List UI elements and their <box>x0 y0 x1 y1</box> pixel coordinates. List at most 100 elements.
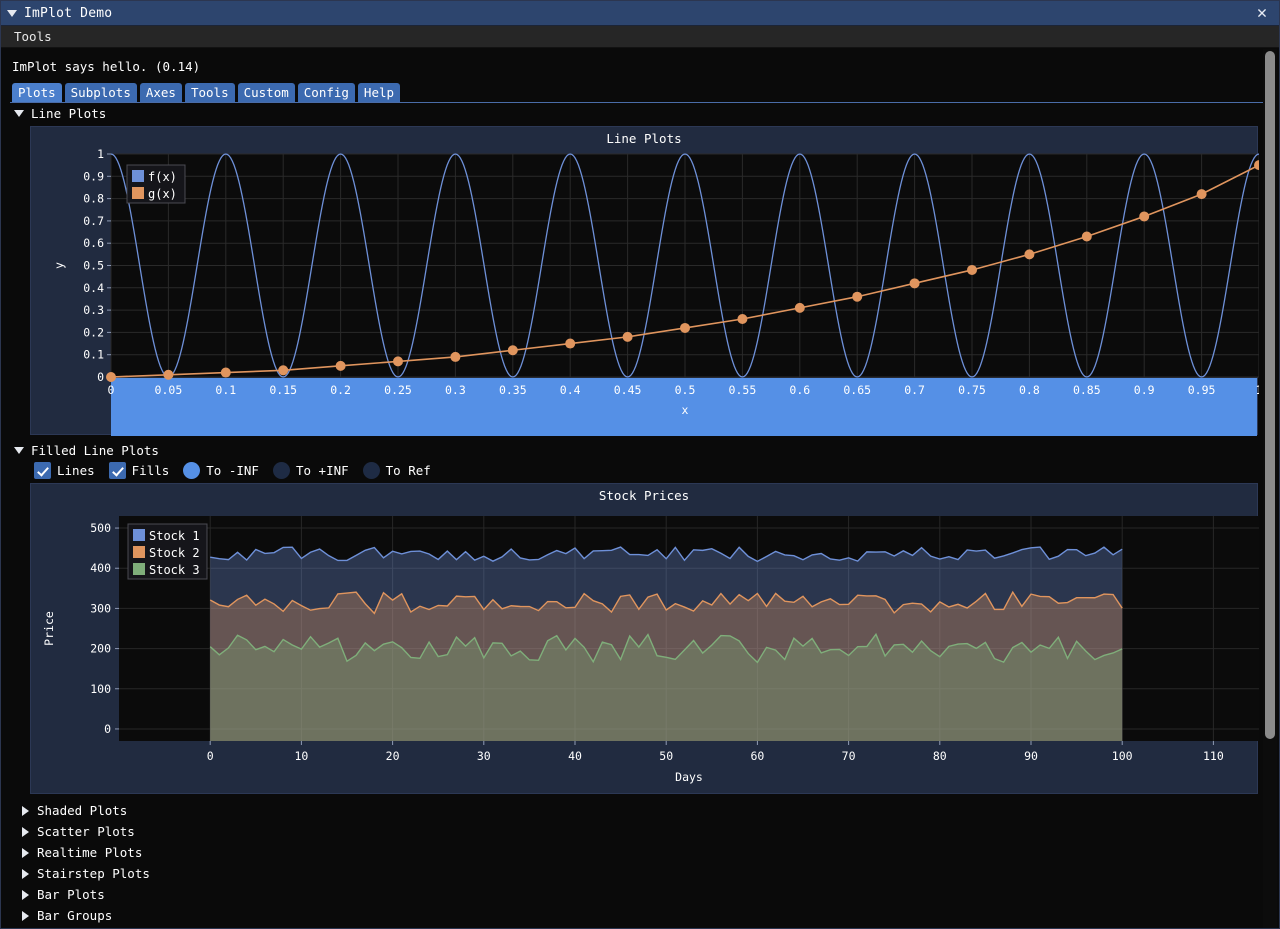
plot-title-stock-prices: Stock Prices <box>598 488 690 503</box>
radio-to-pos-inf-label: To +INF <box>295 463 349 478</box>
section-header-scatter-plots[interactable]: Scatter Plots <box>10 821 1272 842</box>
checkbox-fills-label: Fills <box>131 463 170 478</box>
svg-text:Price: Price <box>42 611 56 646</box>
section-header-bar-plots[interactable]: Bar Plots <box>10 884 1272 905</box>
legend-label: g(x) <box>148 187 177 201</box>
plot-canvas-line-plots[interactable]: 0 0.1 0.2 0.3 0.4 0.5 0.6 0.7 0.8 0.9 1 y 0 0.05 0.1 0.… <box>31 149 1259 437</box>
section-header-realtime-plots[interactable]: Realtime Plots <box>10 842 1272 863</box>
window-title-bar: ImPlot Demo ✕ <box>1 1 1279 26</box>
svg-text:0.75: 0.75 <box>958 383 986 397</box>
menu-item-tools[interactable]: Tools <box>9 28 57 45</box>
svg-text:0.85: 0.85 <box>1073 383 1101 397</box>
series-marker-gx <box>335 360 346 371</box>
legend-swatch <box>132 187 144 199</box>
svg-text:60: 60 <box>750 749 764 763</box>
close-icon[interactable]: ✕ <box>1251 4 1273 22</box>
svg-text:100: 100 <box>90 682 111 696</box>
triangle-right-icon <box>22 805 29 816</box>
series-marker-gx <box>450 351 461 362</box>
svg-text:70: 70 <box>842 749 856 763</box>
tab-axes[interactable]: Axes <box>139 83 182 102</box>
series-marker-gx <box>909 278 920 289</box>
radio-to-ref[interactable]: To Ref <box>362 462 431 479</box>
tab-plots[interactable]: Plots <box>12 83 62 102</box>
svg-text:10: 10 <box>294 749 308 763</box>
section-label: Bar Groups <box>37 908 113 923</box>
svg-text:0.45: 0.45 <box>614 383 642 397</box>
triangle-right-icon <box>22 826 29 837</box>
tab-subplots[interactable]: Subplots <box>64 83 137 102</box>
plot-line-plots[interactable]: Line Plots 0 0.1 0.2 0.3 0.4 0.5 0.6 0.7 0.8 0.9 1… <box>30 126 1259 437</box>
fill-options-row: Lines Fills To -INF To +INF To Ref <box>34 462 1272 479</box>
svg-text:110: 110 <box>1203 749 1224 763</box>
checkbox-checked-icon <box>108 462 126 479</box>
tab-help[interactable]: Help <box>357 83 401 102</box>
series-marker-gx <box>1139 211 1150 222</box>
checkbox-lines-label: Lines <box>57 463 95 478</box>
svg-text:0.9: 0.9 <box>1134 383 1155 397</box>
svg-text:0.3: 0.3 <box>445 383 466 397</box>
vertical-scrollbar-track[interactable] <box>1263 49 1277 928</box>
svg-text:0.25: 0.25 <box>384 383 412 397</box>
series-marker-gx <box>622 331 633 342</box>
series-marker-gx <box>737 314 748 325</box>
tab-config[interactable]: Config <box>297 83 355 102</box>
series-marker-gx <box>1196 189 1207 200</box>
legend-label: Stock 1 <box>149 529 200 543</box>
series-marker-gx <box>106 372 116 382</box>
radio-to-pos-inf[interactable]: To +INF <box>272 462 349 479</box>
section-label: Stairstep Plots <box>37 866 150 881</box>
section-header-bar-groups[interactable]: Bar Groups <box>10 905 1272 926</box>
section-header-line-plots[interactable]: Line Plots <box>10 103 1272 124</box>
svg-text:90: 90 <box>1024 749 1038 763</box>
window-content: ImPlot says hello. (0.14) Plots Subplots… <box>1 48 1279 928</box>
svg-text:0.2: 0.2 <box>83 325 104 339</box>
svg-text:300: 300 <box>90 601 111 615</box>
hello-text: ImPlot says hello. (0.14) <box>12 59 201 74</box>
legend-swatch <box>132 170 144 182</box>
series-marker-gx <box>393 356 403 367</box>
svg-text:0.8: 0.8 <box>83 192 104 206</box>
svg-text:0.5: 0.5 <box>83 259 104 273</box>
svg-text:0.1: 0.1 <box>215 383 236 397</box>
section-label: Bar Plots <box>37 887 105 902</box>
radio-to-neg-inf-label: To -INF <box>206 463 259 478</box>
section-header-stairstep-plots[interactable]: Stairstep Plots <box>10 863 1272 884</box>
legend-swatch <box>133 529 145 541</box>
vertical-scrollbar-thumb[interactable] <box>1265 51 1275 739</box>
svg-text:0.05: 0.05 <box>155 383 183 397</box>
svg-text:0.35: 0.35 <box>499 383 527 397</box>
collapse-triangle-icon[interactable] <box>7 9 17 17</box>
series-marker-gx <box>220 367 231 378</box>
legend-label: Stock 3 <box>149 563 200 577</box>
section-header-filled-line-plots[interactable]: Filled Line Plots <box>10 441 1272 460</box>
radio-selected-icon <box>183 462 201 479</box>
tab-custom[interactable]: Custom <box>237 83 295 102</box>
tab-tools[interactable]: Tools <box>184 83 235 102</box>
svg-text:0.7: 0.7 <box>904 383 925 397</box>
section-header-shaded-plots[interactable]: Shaded Plots <box>10 800 1272 821</box>
checkbox-lines[interactable]: Lines <box>34 462 95 479</box>
radio-to-neg-inf[interactable]: To -INF <box>183 462 259 479</box>
svg-text:0.5: 0.5 <box>675 383 696 397</box>
svg-text:100: 100 <box>1112 749 1133 763</box>
legend-label: f(x) <box>148 170 177 184</box>
plot-canvas-stock-prices[interactable]: 0 100 200 300 400 500 Price 0 10 20 30 40 50 60 70 80 90… <box>31 506 1259 796</box>
series-marker-gx <box>163 369 174 380</box>
triangle-right-icon <box>22 889 29 900</box>
svg-text:0.3: 0.3 <box>83 303 104 317</box>
plot-title-line-plots: Line Plots <box>606 131 682 146</box>
checkbox-fills[interactable]: Fills <box>108 462 170 479</box>
svg-text:0.95: 0.95 <box>1188 383 1216 397</box>
series-marker-gx <box>278 365 289 376</box>
svg-text:20: 20 <box>386 749 400 763</box>
svg-text:30: 30 <box>477 749 491 763</box>
svg-text:0.4: 0.4 <box>83 281 104 295</box>
triangle-right-icon <box>22 868 29 879</box>
window-title: ImPlot Demo <box>24 5 113 21</box>
triangle-right-icon <box>22 910 29 921</box>
svg-text:0: 0 <box>104 722 111 736</box>
legend-label: Stock 2 <box>149 546 200 560</box>
plot-stock-prices[interactable]: Stock Prices 0 100 200 300 400 500 Price 0 10 20 3… <box>30 483 1259 796</box>
svg-text:0: 0 <box>97 370 104 384</box>
